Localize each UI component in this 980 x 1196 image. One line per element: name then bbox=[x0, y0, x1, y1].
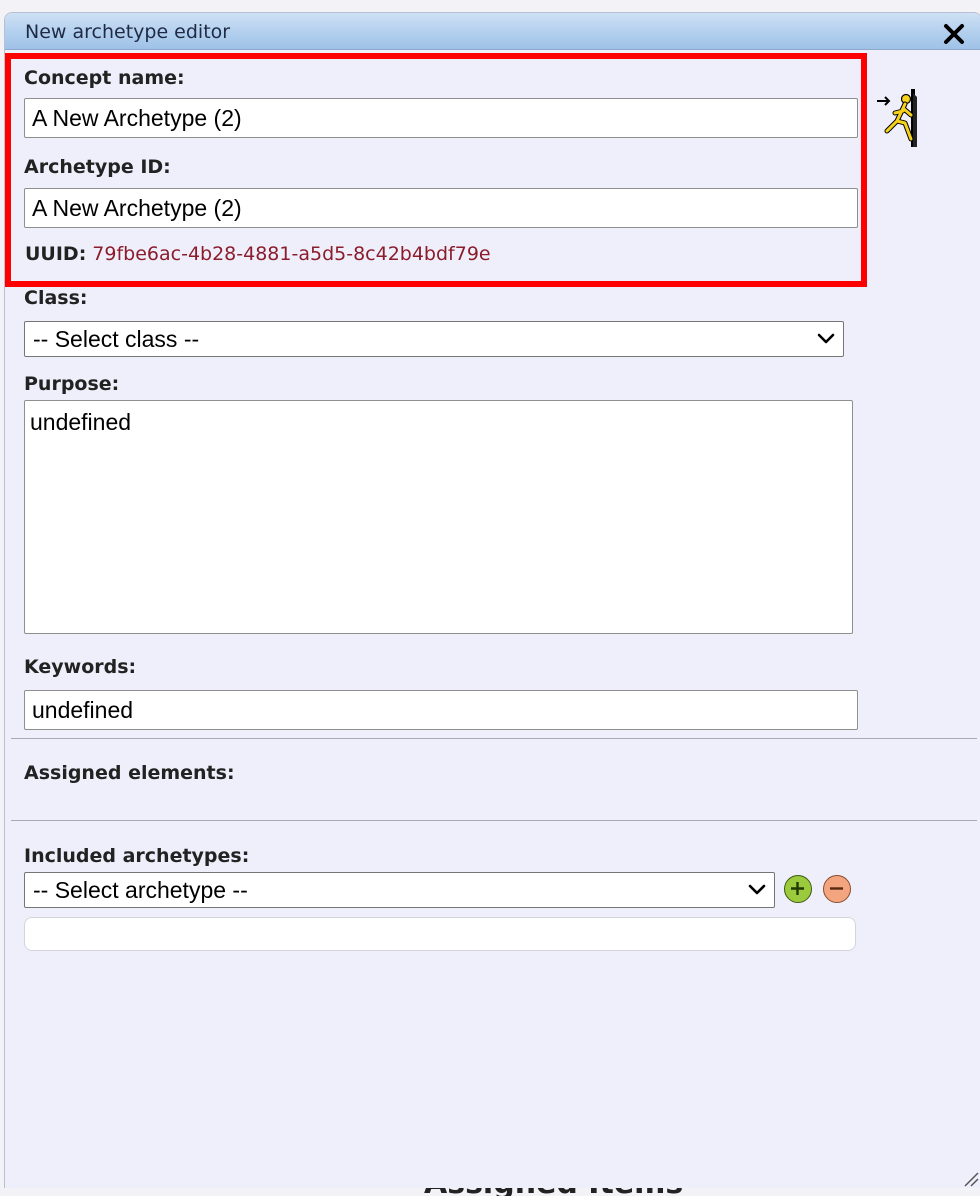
included-archetypes-list[interactable] bbox=[24, 917, 856, 951]
chevron-down-icon bbox=[748, 884, 766, 895]
keywords-label: Keywords: bbox=[24, 656, 137, 678]
archetype-id-label: Archetype ID: bbox=[24, 156, 171, 178]
purpose-textarea[interactable]: undefined bbox=[24, 400, 853, 634]
concept-name-label: Concept name: bbox=[24, 67, 185, 89]
class-select[interactable]: -- Select class -- bbox=[24, 321, 844, 357]
assigned-elements-label: Assigned elements: bbox=[24, 762, 235, 784]
archetype-select-value: -- Select archetype -- bbox=[33, 877, 248, 903]
archetype-editor-dialog: New archetype editor Concept name: A New… bbox=[4, 12, 980, 1190]
resize-handle[interactable] bbox=[961, 1169, 979, 1187]
class-label: Class: bbox=[24, 287, 88, 309]
included-archetypes-label: Included archetypes: bbox=[24, 845, 250, 867]
remove-archetype-button[interactable] bbox=[823, 875, 851, 903]
concept-name-input[interactable]: A New Archetype (2) bbox=[24, 98, 858, 138]
archetype-id-input[interactable]: A New Archetype (2) bbox=[24, 188, 858, 228]
minus-circle-icon bbox=[830, 887, 843, 890]
archetype-select[interactable]: -- Select archetype -- bbox=[24, 872, 775, 908]
close-button[interactable] bbox=[941, 19, 967, 45]
underlying-page-strip: Assigned Items bbox=[0, 1188, 980, 1196]
divider bbox=[11, 820, 977, 821]
add-archetype-button[interactable] bbox=[784, 875, 812, 903]
class-select-value: -- Select class -- bbox=[33, 326, 200, 352]
uuid-value: 79fbe6ac-4b28-4881-a5d5-8c42b4bdf79e bbox=[92, 243, 491, 265]
keywords-input[interactable]: undefined bbox=[24, 690, 858, 730]
dialog-titlebar[interactable]: New archetype editor bbox=[5, 13, 980, 50]
divider bbox=[11, 738, 977, 739]
close-icon bbox=[944, 24, 964, 44]
dialog-title: New archetype editor bbox=[25, 21, 231, 43]
uuid-row: UUID: 79fbe6ac-4b28-4881-a5d5-8c42b4bdf79… bbox=[25, 243, 491, 265]
exit-door-icon bbox=[877, 89, 917, 147]
assigned-items-heading: Assigned Items bbox=[424, 1188, 683, 1196]
uuid-label: UUID: bbox=[25, 243, 87, 265]
chevron-down-icon bbox=[817, 333, 835, 344]
resize-grip-icon bbox=[964, 1172, 979, 1187]
exit-button[interactable] bbox=[875, 87, 923, 151]
purpose-label: Purpose: bbox=[24, 373, 120, 395]
plus-circle-icon bbox=[791, 882, 804, 895]
